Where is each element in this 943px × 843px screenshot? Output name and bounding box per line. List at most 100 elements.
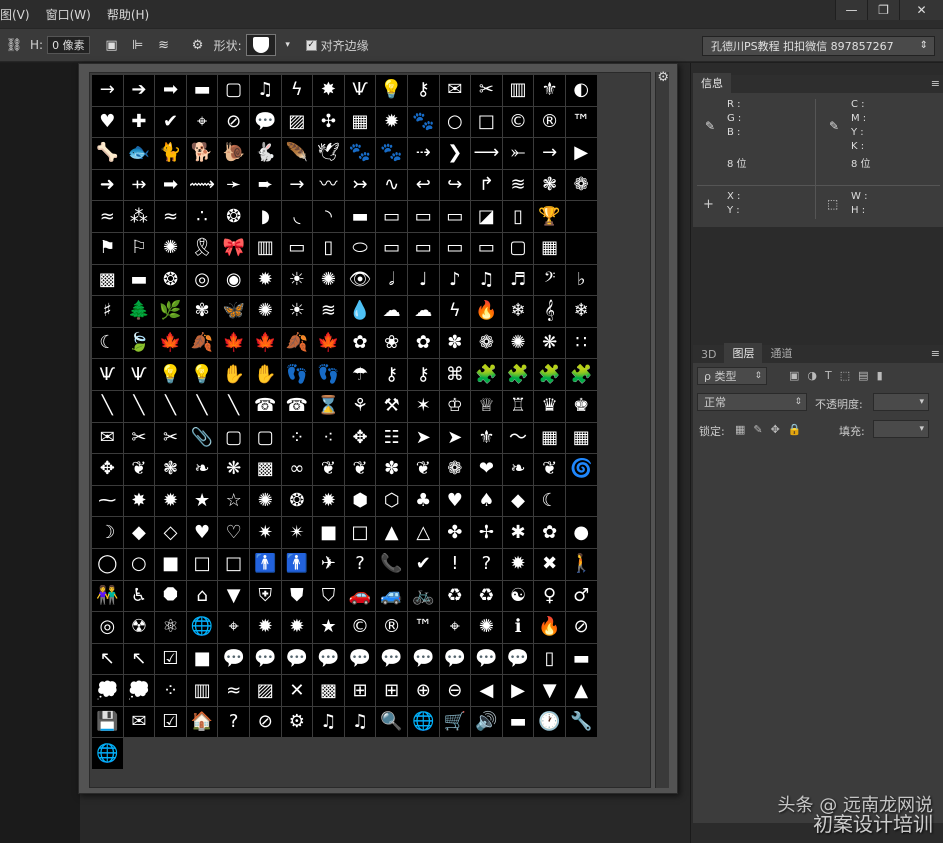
shape-cell[interactable]: ✖ — [534, 548, 566, 581]
shape-cell[interactable]: ™ — [407, 612, 440, 644]
minimize-button[interactable]: — — [835, 0, 867, 20]
shape-cell[interactable]: 👫 — [92, 580, 124, 613]
shape-cell[interactable]: ▭ — [376, 232, 408, 265]
shape-cell[interactable]: 🐕 — [186, 138, 219, 170]
shape-cell[interactable]: ▭ — [439, 201, 472, 233]
image-filter-icon[interactable]: ▣ — [789, 369, 799, 382]
shape-cell[interactable]: ❃ — [534, 169, 566, 202]
shape-cell[interactable]: ∴ — [186, 201, 219, 233]
shape-cell[interactable]: ∞ — [281, 454, 314, 486]
shape-cell[interactable]: ▨ — [249, 675, 282, 707]
shape-cell[interactable]: ✉ — [92, 422, 124, 455]
height-field[interactable]: 0 像素 — [47, 36, 90, 54]
shape-cell[interactable]: ✺ — [471, 612, 503, 644]
shape-cell[interactable]: ↖ — [123, 643, 156, 676]
shape-cell[interactable]: Ѱ — [92, 359, 124, 391]
shape-cell[interactable]: ☀ — [281, 264, 314, 297]
shape-cell[interactable]: ♥ — [92, 106, 124, 139]
shape-cell[interactable]: ▭ — [376, 201, 408, 233]
shape-cell[interactable]: ♛ — [534, 390, 566, 423]
shape-cell[interactable]: ⌖ — [186, 106, 219, 139]
shape-cell[interactable]: ⤜ — [502, 138, 535, 170]
shape-cell[interactable]: 🍁 — [155, 327, 187, 360]
shape-cell[interactable]: 🧩 — [565, 359, 598, 391]
shape-cell[interactable]: ✺ — [249, 485, 282, 518]
shape-cell[interactable]: ✸ — [123, 485, 156, 518]
shape-cell[interactable]: 🪶 — [281, 138, 314, 170]
shape-cell[interactable]: ➛ — [218, 169, 250, 202]
shape-cell[interactable]: ↩ — [407, 169, 440, 202]
shape-cell[interactable]: ✔ — [407, 548, 440, 581]
close-button[interactable]: ✕ — [899, 0, 943, 20]
shape-cell[interactable]: ✢ — [471, 517, 503, 549]
shape-cell[interactable]: 💡 — [376, 75, 408, 107]
shape-cell[interactable]: 🔥 — [471, 296, 503, 328]
shape-cell[interactable]: ▬ — [123, 264, 156, 297]
shape-cell[interactable]: ❧ — [502, 454, 535, 486]
adjustment-filter-icon[interactable]: ◑ — [807, 369, 817, 382]
shape-cell[interactable]: ▶ — [565, 138, 598, 170]
shape-cell[interactable]: 𝅗𝅥 — [376, 264, 408, 297]
shape-cell[interactable]: 🐇 — [249, 138, 282, 170]
shape-cell[interactable]: 💬 — [344, 643, 377, 676]
shape-cell[interactable]: ⊞ — [344, 675, 377, 707]
shape-cell[interactable]: ▲ — [565, 675, 598, 707]
shape-cell[interactable]: 💡 — [186, 359, 219, 391]
eyedropper-icon[interactable]: ✎ — [829, 119, 839, 133]
shape-cell[interactable]: ⚛ — [155, 612, 187, 644]
path-alignment-icon[interactable]: ⊫ — [128, 35, 148, 55]
shape-cell[interactable]: ∷ — [565, 327, 598, 360]
shape-cell[interactable]: ♩ — [407, 264, 440, 297]
shape-cell[interactable]: ♻ — [439, 580, 472, 613]
shape-cell[interactable]: ♭ — [565, 264, 598, 297]
shape-cell[interactable]: ◪ — [471, 201, 503, 233]
shape-cell[interactable]: ☷ — [376, 422, 408, 455]
shape-cell[interactable]: ≋ — [502, 169, 535, 202]
shape-cell[interactable]: ⟶ — [471, 138, 503, 170]
shape-cell[interactable]: 🌲 — [123, 296, 156, 328]
shape-cell[interactable]: ♪ — [439, 264, 472, 297]
shape-cell[interactable]: 🎗 — [186, 232, 219, 265]
shape-cell[interactable]: 🔧 — [565, 706, 598, 739]
shape-cell[interactable]: ❂ — [281, 485, 314, 518]
shape-cell[interactable]: 🍁 — [218, 327, 250, 360]
shape-cell[interactable]: ⊘ — [565, 612, 598, 644]
shape-cell[interactable]: ◗ — [249, 201, 282, 233]
shape-cell[interactable]: ▢ — [218, 75, 250, 107]
shape-cell[interactable]: ϟ — [281, 75, 314, 107]
shape-cell[interactable]: ▩ — [92, 264, 124, 297]
shape-cell[interactable]: 💬 — [407, 643, 440, 676]
shape-cell[interactable]: ✹ — [281, 612, 314, 644]
shape-cell[interactable]: ▭ — [471, 232, 503, 265]
shape-cell[interactable]: ⇢ — [407, 138, 440, 170]
shape-cell[interactable]: ✋ — [249, 359, 282, 391]
shape-cell[interactable]: ☑ — [155, 643, 187, 676]
shape-cell[interactable]: ☁ — [376, 296, 408, 328]
shape-cell[interactable]: 🔥 — [534, 612, 566, 644]
shape-cell[interactable]: ✥ — [92, 454, 124, 486]
shape-cell[interactable]: 👣 — [313, 359, 345, 391]
shape-cell[interactable]: ☑ — [155, 706, 187, 739]
shape-cell[interactable]: ✺ — [502, 327, 535, 360]
shape-cell[interactable]: ❄ — [565, 296, 598, 328]
shape-filter-icon[interactable]: ⬚ — [840, 369, 850, 382]
shape-cell[interactable]: ▢ — [218, 422, 250, 455]
shape-cell[interactable]: 𝄞 — [534, 296, 566, 328]
shape-cell[interactable]: ▥ — [502, 75, 535, 107]
shape-cell[interactable]: ♥ — [186, 517, 219, 549]
shape-cell[interactable]: ✺ — [155, 232, 187, 265]
shape-cell[interactable]: ⬭ — [344, 232, 377, 265]
shape-cell[interactable]: ⌖ — [218, 612, 250, 644]
shape-cell[interactable]: ◐ — [565, 75, 598, 107]
shape-cell[interactable]: 🌐 — [186, 612, 219, 644]
shape-cell[interactable]: ⛊ — [281, 580, 314, 613]
shape-cell[interactable]: ❁ — [471, 327, 503, 360]
shape-cell[interactable]: ≈ — [92, 201, 124, 233]
shape-cell[interactable]: ⁘ — [155, 675, 187, 707]
fill-field[interactable]: ▾ — [873, 420, 929, 438]
shape-cell[interactable]: ⁘ — [281, 422, 314, 455]
shape-cell[interactable]: 💬 — [249, 106, 282, 139]
shape-cell[interactable]: ～ — [502, 422, 535, 455]
shape-cell[interactable]: ⚐ — [123, 232, 156, 265]
shape-cell[interactable]: ▥ — [186, 675, 219, 707]
